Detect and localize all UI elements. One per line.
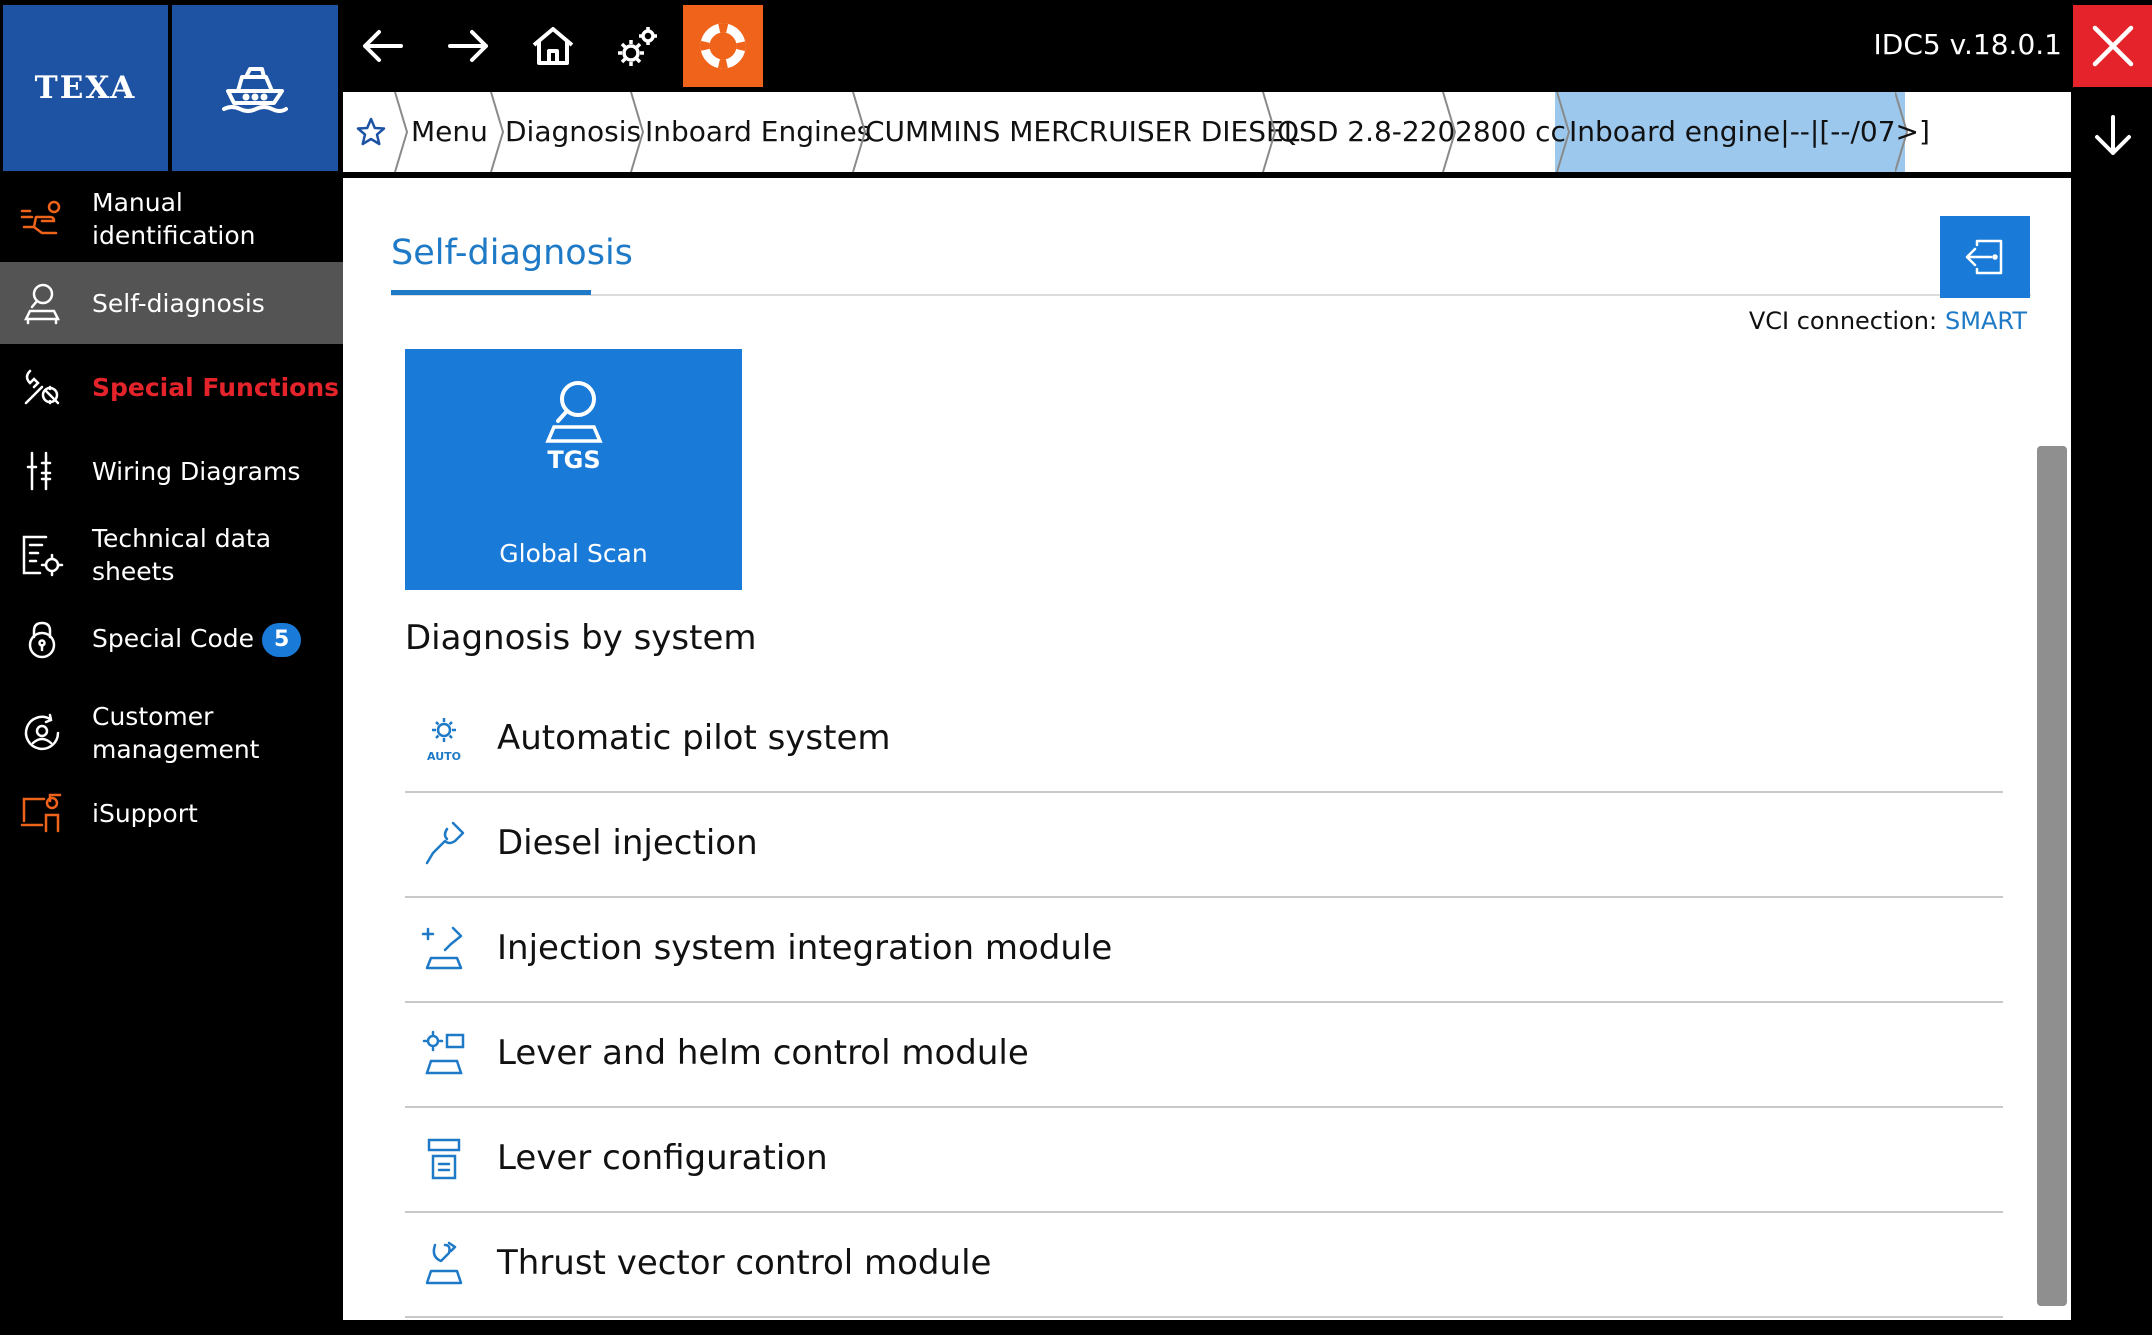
list-item-label: Diesel injection — [497, 823, 758, 863]
list-item-diesel-injection[interactable]: Diesel injection — [405, 793, 2003, 898]
special-code-count-badge: 5 — [262, 622, 302, 657]
list-item-label: Injection system integration module — [497, 928, 1113, 968]
list-item-injection-integration-module[interactable]: Injection system integration module — [405, 898, 2003, 1003]
global-scan-label: Global Scan — [499, 539, 648, 568]
home-button[interactable] — [513, 5, 593, 87]
sidebar-item-label: iSupport — [92, 798, 198, 828]
sidebar-item-special-functions[interactable]: Special Functions — [0, 346, 343, 428]
thrust-vector-icon — [419, 1239, 469, 1289]
exit-icon — [1965, 239, 2003, 275]
list-item-thrust-vector[interactable]: Thrust vector control module — [405, 1213, 2003, 1318]
sidebar-item-label: Customer management — [92, 702, 260, 764]
breadcrumb-current[interactable]: Inboard engine|--|[--/07>] — [1569, 92, 1930, 172]
helm-control-icon — [419, 1029, 469, 1079]
lock-icon — [20, 617, 64, 661]
autopilot-gear-icon: AUTO — [419, 714, 469, 764]
forward-button[interactable] — [428, 5, 508, 87]
sidebar-item-label: Technical data sheets — [92, 524, 272, 586]
breadcrumb-separator — [394, 92, 409, 172]
sidebar-item-technical-data-sheets[interactable]: Technical data sheets — [0, 514, 343, 596]
exit-button[interactable] — [1940, 216, 2030, 298]
arrow-left-icon — [363, 30, 403, 62]
list-item-label: Lever and helm control module — [497, 1033, 1029, 1073]
brand-text: TEXA — [34, 70, 137, 106]
tab-divider — [391, 294, 2031, 296]
auto-icon-text: AUTO — [427, 750, 461, 763]
list-item-label: Automatic pilot system — [497, 718, 891, 758]
global-scan-tile[interactable]: TGS Global Scan — [405, 349, 742, 590]
list-item-label: Lever configuration — [497, 1138, 828, 1178]
sidebar-item-label: Wiring Diagrams — [92, 456, 301, 486]
breadcrumb-inboard-engines[interactable]: Inboard Engines — [645, 92, 871, 172]
lifebuoy-icon — [700, 23, 746, 69]
breadcrumb: Menu Diagnosis Inboard Engines CUMMINS M… — [343, 92, 2071, 172]
list-item-lever-helm-module[interactable]: Lever and helm control module — [405, 1003, 2003, 1108]
app-window: TEXA IDC5 v.18.0.1 Menu Diagnosis Inboar… — [0, 0, 2152, 1335]
vci-connection: VCI connection: SMART — [1749, 307, 2027, 335]
star-icon — [356, 117, 385, 146]
tab-self-diagnosis[interactable]: Self-diagnosis — [391, 233, 633, 273]
tab-active-indicator — [391, 290, 591, 295]
home-icon — [532, 27, 574, 65]
sidebar-item-label: Special Code 5 — [92, 622, 302, 657]
tgs-icon-text: TGS — [547, 446, 600, 474]
sidebar-item-special-code[interactable]: Special Code 5 — [0, 598, 343, 680]
datasheet-gear-icon — [20, 533, 64, 577]
sidebar-item-manual-identification[interactable]: Manual identification — [0, 178, 343, 260]
injection-module-icon — [419, 924, 469, 974]
close-button[interactable] — [2073, 5, 2152, 87]
sidebar-item-wiring-diagrams[interactable]: Wiring Diagrams — [0, 430, 343, 512]
arrow-down-icon — [2094, 115, 2131, 155]
version-label: IDC5 v.18.0.1 — [1873, 28, 2062, 61]
tgs-scan-icon: TGS — [405, 377, 742, 477]
help-button[interactable] — [683, 5, 763, 87]
sidebar-item-label: Special Functions — [92, 372, 340, 402]
boat-logo-icon — [172, 5, 338, 171]
sidebar-item-customer-management[interactable]: Customer management — [0, 688, 343, 778]
scrollbar-thumb[interactable] — [2037, 446, 2067, 1306]
texa-logo: TEXA — [3, 5, 168, 171]
back-button[interactable] — [343, 5, 423, 87]
list-item-lever-configuration[interactable]: Lever configuration — [405, 1108, 2003, 1213]
close-icon — [2092, 25, 2133, 67]
sidebar-item-self-diagnosis[interactable]: Self-diagnosis — [0, 262, 343, 344]
scroll-down-button[interactable] — [2073, 100, 2152, 170]
list-item-label: Thrust vector control module — [497, 1243, 992, 1283]
breadcrumb-manufacturer[interactable]: CUMMINS MERCRUISER DIESEL — [865, 92, 1299, 172]
support-icon — [20, 791, 64, 835]
wiring-icon — [20, 449, 64, 493]
injector-icon — [419, 819, 469, 869]
lever-config-icon — [419, 1134, 469, 1184]
main-panel: Self-diagnosis VCI connection: SMART TGS … — [343, 178, 2071, 1320]
breadcrumb-diagnosis[interactable]: Diagnosis — [505, 92, 641, 172]
sidebar-item-label: Manual identification — [92, 188, 256, 250]
gears-icon — [618, 27, 657, 66]
settings-button[interactable] — [598, 5, 678, 87]
section-title: Diagnosis by system — [405, 618, 757, 658]
vci-value: SMART — [1945, 307, 2027, 335]
list-item-automatic-pilot[interactable]: AUTO Automatic pilot system — [405, 688, 2003, 793]
vci-label: VCI connection: — [1748, 307, 1938, 335]
arrow-right-icon — [448, 30, 488, 62]
tools-icon — [20, 365, 64, 409]
breadcrumb-model[interactable]: QSD 2.8-220 — [1277, 92, 1455, 172]
magnifier-car-icon — [20, 281, 64, 325]
favorite-star-button[interactable] — [343, 92, 398, 172]
sidebar-item-label: Self-diagnosis — [92, 288, 265, 318]
breadcrumb-menu[interactable]: Menu — [411, 92, 488, 172]
hand-pointing-icon — [20, 197, 64, 241]
sidebar-item-text: Special Code — [92, 623, 255, 653]
customer-icon — [20, 711, 64, 755]
breadcrumb-displacement[interactable]: 2800 cc — [1455, 92, 1566, 172]
sidebar-item-isupport[interactable]: iSupport — [0, 772, 343, 854]
